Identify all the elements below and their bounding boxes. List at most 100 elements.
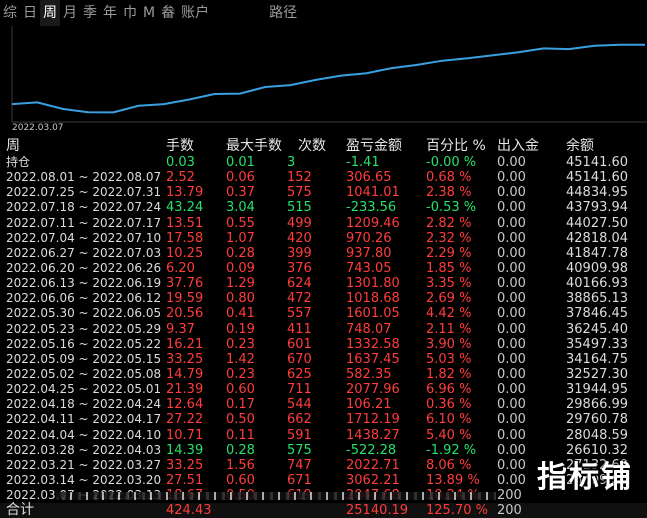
pnl-cell: 106.21: [346, 397, 392, 413]
table-row[interactable]: 2022.05.09 ~ 2022.05.15 33.25 1.42 670 1637.…: [0, 352, 647, 367]
pnl-cell: 1438.27: [346, 427, 400, 443]
count-cell: 3: [287, 155, 296, 170]
flow-cell: 0.00: [497, 170, 526, 186]
pct-cell: -0.53 %: [426, 200, 477, 216]
tab-10[interactable]: 路径: [266, 0, 300, 26]
tab-2[interactable]: 周: [40, 0, 60, 26]
tab-4[interactable]: 季: [80, 0, 100, 26]
tab-8[interactable]: 畚: [158, 0, 178, 26]
period-cell: 2022.05.23 ~ 2022.05.29: [6, 321, 162, 336]
flow-cell: 0.00: [497, 291, 526, 307]
lots-cell: 20.56: [166, 306, 204, 322]
max-lots-cell: 0.60: [226, 382, 255, 398]
lots-cell: 33.25: [166, 457, 204, 473]
flow-cell: 0.00: [497, 366, 526, 382]
holding-row[interactable]: 持仓 0.03 0.01 3 -1.41 -0.00 % 0.00 45141.60: [0, 155, 647, 170]
header-cell-4[interactable]: 盈亏金额: [346, 137, 402, 155]
tab-0[interactable]: 综: [0, 0, 20, 26]
flow-cell: 0.00: [497, 245, 526, 261]
pnl-cell: -1.41: [346, 155, 380, 170]
header-cell-2[interactable]: 最大手数: [226, 137, 282, 155]
pct-cell: 1.85 %: [426, 260, 472, 276]
flow-cell: 0.00: [497, 442, 526, 458]
table-row[interactable]: 2022.05.02 ~ 2022.05.08 14.79 0.23 625 582.3…: [0, 367, 647, 382]
period-cell: 2022.05.30 ~ 2022.06.05: [6, 306, 162, 321]
table-row[interactable]: 2022.07.11 ~ 2022.07.17 13.51 0.55 499 1209.…: [0, 216, 647, 231]
tab-1[interactable]: 日: [20, 0, 40, 26]
balance-cell: 28048.59: [566, 427, 629, 443]
equity-curve-line: [11, 43, 645, 114]
count-cell: 670: [287, 351, 312, 367]
lots-cell: 27.51: [166, 472, 204, 488]
lots-cell: 21.39: [166, 382, 204, 398]
flow-cell: 0.00: [497, 336, 526, 352]
table-row[interactable]: 2022.05.30 ~ 2022.06.05 20.56 0.41 557 1601.…: [0, 306, 647, 321]
pnl-cell: -233.56: [346, 200, 397, 216]
period-cell: 2022.05.09 ~ 2022.05.15: [6, 351, 162, 366]
table-row[interactable]: 2022.08.01 ~ 2022.08.07 2.52 0.06 152 306.65…: [0, 170, 647, 185]
period-cell: 2022.03.21 ~ 2022.03.27: [6, 457, 162, 472]
pnl-cell: 2022.71: [346, 457, 400, 473]
count-cell: 575: [287, 442, 312, 458]
header-cell-5[interactable]: 百分比 %: [426, 137, 486, 155]
flow-cell: 0.00: [497, 427, 526, 443]
flow-cell: 0.00: [497, 382, 526, 398]
table-row[interactable]: 2022.06.06 ~ 2022.06.12 19.59 0.80 472 1018.…: [0, 291, 647, 306]
pnl-cell: 2077.96: [346, 382, 400, 398]
max-lots-cell: 0.80: [226, 291, 255, 307]
count-cell: 499: [287, 215, 312, 231]
table-row[interactable]: 2022.05.16 ~ 2022.05.22 16.21 0.23 601 1332.…: [0, 337, 647, 352]
header-cell-6[interactable]: 出入金: [497, 137, 539, 155]
max-lots-cell: 0.28: [226, 442, 255, 458]
pnl-cell: 1712.19: [346, 412, 400, 428]
header-cell-0[interactable]: 周: [6, 137, 20, 155]
balance-cell: 29866.99: [566, 397, 629, 413]
pct-cell: -0.00 %: [426, 155, 477, 170]
balance-cell: 42818.04: [566, 230, 629, 246]
table-row[interactable]: 2022.07.04 ~ 2022.07.10 17.58 1.07 420 970.2…: [0, 231, 647, 246]
pnl-cell: 937.80: [346, 245, 392, 261]
max-lots-cell: 0.09: [226, 260, 255, 276]
period-cell: 合计: [6, 502, 34, 518]
count-cell: 515: [287, 200, 312, 216]
header-cell-7[interactable]: 余额: [566, 137, 594, 155]
table-row[interactable]: 2022.07.18 ~ 2022.07.24 43.24 3.04 515 -233.…: [0, 200, 647, 215]
header-cell-1[interactable]: 手数: [166, 137, 194, 155]
lots-cell: 12.64: [166, 397, 204, 413]
table-row[interactable]: 2022.07.25 ~ 2022.07.31 13.79 0.37 575 1041.…: [0, 185, 647, 200]
table-row[interactable]: 2022.06.20 ~ 2022.06.26 6.20 0.09 376 743.05…: [0, 261, 647, 276]
table-row[interactable]: 2022.04.11 ~ 2022.04.17 27.22 0.50 662 1712.…: [0, 412, 647, 427]
pct-cell: 1.82 %: [426, 366, 472, 382]
table-row[interactable]: 2022.04.04 ~ 2022.04.10 10.71 0.11 591 1438.…: [0, 428, 647, 443]
tab-5[interactable]: 年: [100, 0, 120, 26]
lots-cell: 19.59: [166, 291, 204, 307]
header-cell-3[interactable]: 次数: [298, 137, 326, 155]
count-cell: 399: [287, 245, 312, 261]
flow-cell: 0.00: [497, 276, 526, 292]
balance-cell: 45141.60: [566, 170, 629, 186]
period-tab-bar: 综日周月季年巾 M 畚账户 路径: [0, 0, 647, 26]
count-cell: 557: [287, 306, 312, 322]
table-row[interactable]: 2022.05.23 ~ 2022.05.29 9.37 0.19 411 748.07…: [0, 322, 647, 337]
equity-curve-svg: [11, 26, 647, 123]
tab-6[interactable]: 巾: [120, 0, 140, 26]
pnl-cell: -522.28: [346, 442, 397, 458]
period-cell: 2022.04.18 ~ 2022.04.24: [6, 397, 162, 412]
table-row[interactable]: 2022.06.27 ~ 2022.07.03 10.25 0.28 399 937.8…: [0, 246, 647, 261]
pnl-cell: 748.07: [346, 321, 392, 337]
tab-3[interactable]: 月: [60, 0, 80, 26]
flow-cell: 0.00: [497, 215, 526, 231]
period-cell: 2022.06.13 ~ 2022.06.19: [6, 276, 162, 291]
table-row[interactable]: 2022.06.13 ~ 2022.06.19 37.76 1.29 624 1301.…: [0, 276, 647, 291]
count-cell: 376: [287, 260, 312, 276]
table-row[interactable]: 2022.04.25 ~ 2022.05.01 21.39 0.60 711 2077.…: [0, 382, 647, 397]
tab-7[interactable]: M: [140, 0, 158, 26]
tab-9[interactable]: 账户: [178, 0, 212, 26]
table-row[interactable]: 2022.04.18 ~ 2022.04.24 12.64 0.17 544 106.2…: [0, 397, 647, 412]
total-row[interactable]: 合计 424.43 25140.19 125.70 % 200: [0, 503, 647, 518]
pct-cell: 5.03 %: [426, 351, 472, 367]
flow-cell: 0.00: [497, 457, 526, 473]
lots-cell: 9.37: [166, 321, 195, 337]
count-cell: 575: [287, 185, 312, 201]
pct-cell: 4.42 %: [426, 306, 472, 322]
